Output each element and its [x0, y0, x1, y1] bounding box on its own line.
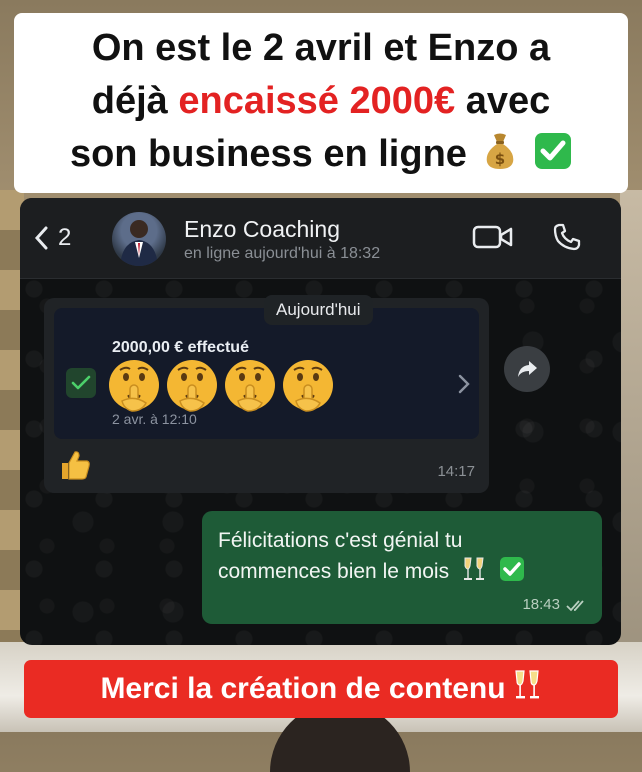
shushing-face-emoji-icon: [109, 360, 159, 412]
back-chevron-icon: [34, 226, 48, 250]
phone-icon[interactable]: [552, 222, 582, 252]
contact-status: en ligne aujourd'hui à 18:32: [184, 245, 381, 262]
shushing-emoji-row: [106, 357, 338, 413]
forward-button[interactable]: [504, 346, 550, 392]
payment-check-icon: [66, 368, 96, 398]
thumbs-up-emoji-icon: [62, 451, 90, 480]
date-separator: Aujourd'hui: [264, 295, 373, 325]
chat-header: 2 Enzo Coaching en ligne aujourd'hui à 1…: [20, 198, 621, 279]
outgoing-message-bubble[interactable]: Félicitations c'est génial tu commences …: [202, 511, 602, 624]
caption-line-3: son business en ligne $: [70, 128, 572, 185]
top-caption: On est le 2 avril et Enzo a déjà encaiss…: [14, 13, 628, 193]
outgoing-text-line-1: Félicitations c'est génial tu: [218, 529, 463, 552]
payment-amount: 2000,00 € effectué: [112, 339, 249, 356]
bottom-caption-text: Merci la création de contenu: [100, 672, 506, 705]
contact-avatar[interactable]: [112, 212, 166, 266]
chat-window: 2 Enzo Coaching en ligne aujourd'hui à 1…: [20, 198, 621, 645]
outgoing-message-meta: 18:43: [522, 596, 588, 613]
caption-line-1: On est le 2 avril et Enzo a: [91, 26, 551, 69]
shushing-face-emoji-icon: [225, 360, 275, 412]
outgoing-text-line-2-wrap: commences bien le mois: [218, 556, 588, 591]
outgoing-message-time: 18:43: [522, 596, 560, 613]
unread-count: 2: [58, 224, 72, 251]
svg-text:$: $: [495, 150, 505, 168]
caption-line-2-pre: déjà: [91, 79, 179, 122]
caption-line-2-post: avec: [455, 79, 551, 122]
check-mark-button-icon: [534, 132, 572, 185]
payment-date: 2 avr. à 12:10: [112, 411, 197, 427]
forward-arrow-icon: [518, 361, 537, 377]
clinking-glasses-icon: [512, 669, 542, 709]
caption-line-3-text: son business en ligne: [69, 132, 467, 175]
check-mark-button-icon: [499, 556, 525, 591]
incoming-message-bubble[interactable]: 2000,00 € effectué 2 avr. à 12:10 14:17: [44, 298, 489, 493]
background-photo-right: [620, 190, 642, 660]
read-receipt-double-check-icon: [566, 599, 584, 611]
clinking-glasses-icon: [461, 556, 487, 591]
contact-name[interactable]: Enzo Coaching: [184, 216, 340, 243]
outgoing-message-text: Félicitations c'est génial tu commences …: [218, 525, 588, 591]
payment-card[interactable]: 2000,00 € effectué 2 avr. à 12:10: [54, 308, 479, 439]
shushing-face-emoji-icon: [283, 360, 333, 412]
outgoing-text-line-2: commences bien le mois: [218, 560, 450, 583]
shushing-face-emoji-icon: [167, 360, 217, 412]
back-button[interactable]: 2: [34, 224, 71, 252]
caption-line-2: déjà encaissé 2000€ avec: [92, 75, 551, 128]
chevron-right-icon[interactable]: [458, 374, 470, 394]
video-call-icon[interactable]: [472, 222, 514, 252]
incoming-message-time: 14:17: [437, 463, 475, 480]
caption-highlight: encaissé 2000€: [178, 79, 456, 122]
money-bag-icon: $: [483, 132, 517, 185]
bottom-caption: Merci la création de contenu: [24, 660, 618, 718]
